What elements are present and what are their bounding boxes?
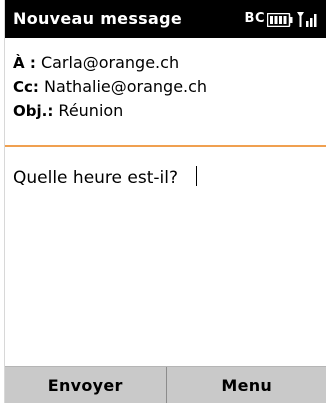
message-screen: Nouveau message BC À: Carla@orange.ch C… [4, 0, 326, 403]
battery-icon [266, 12, 293, 28]
menu-softkey[interactable]: Menu [167, 367, 326, 403]
message-header-fields: À : Carla@orange.ch Cc: Nathalie@orange.… [13, 51, 319, 123]
text-cursor [196, 166, 197, 186]
cc-label: Cc: [13, 78, 39, 96]
message-body-input[interactable]: Quelle heure est-il? [13, 166, 319, 188]
softkey-bar: Envoyer Menu [5, 366, 326, 403]
bluetooth-icon: BC [244, 11, 265, 26]
status-bar: BC [244, 11, 317, 28]
screen-title: Nouveau message [13, 9, 182, 28]
signal-icon [297, 11, 317, 27]
to-label: À : [13, 54, 36, 72]
title-bar: Nouveau message BC [5, 0, 326, 38]
subject-label: Obj.: [13, 102, 54, 120]
send-softkey[interactable]: Envoyer [5, 367, 166, 403]
subject-value: Réunion [58, 101, 124, 120]
to-field[interactable]: À : Carla@orange.ch [13, 51, 319, 75]
header-divider [5, 145, 326, 147]
cc-value: Nathalie@orange.ch [44, 77, 208, 96]
subject-field[interactable]: Obj.: Réunion [13, 99, 319, 123]
cc-field[interactable]: Cc: Nathalie@orange.ch [13, 75, 319, 99]
to-value: Carla@orange.ch [40, 53, 180, 72]
message-body-text: Quelle heure est-il? [13, 168, 178, 188]
